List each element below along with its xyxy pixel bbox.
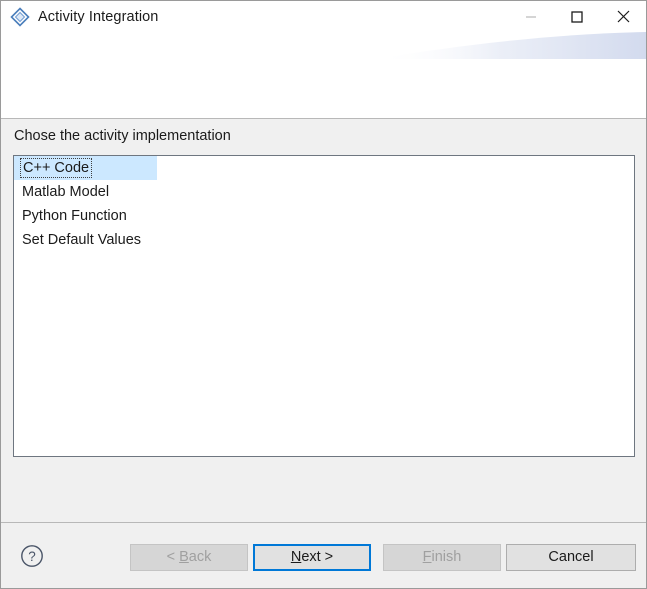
- minimize-icon: [526, 15, 536, 18]
- maximize-button[interactable]: [554, 1, 600, 32]
- finish-button[interactable]: Finish: [383, 544, 501, 571]
- dialog-button-bar: ? < Back Next > Finish Cancel: [1, 523, 646, 588]
- list-item-matlab-model[interactable]: Matlab Model: [14, 180, 634, 204]
- wizard-header-banner: [1, 32, 646, 119]
- window-title: Activity Integration: [38, 8, 159, 25]
- list-item-label: C++ Code: [19, 158, 93, 178]
- decorative-swoosh: [376, 32, 646, 59]
- svg-text:?: ?: [28, 549, 36, 564]
- dialog-window: Activity Integration Chose the activity …: [0, 0, 647, 589]
- list-item-label: Set Default Values: [22, 232, 142, 248]
- back-button[interactable]: < Back: [130, 544, 248, 571]
- list-item-label: Python Function: [22, 208, 127, 224]
- help-button[interactable]: ?: [20, 544, 44, 568]
- close-icon: [617, 10, 629, 23]
- list-item-cpp-code[interactable]: C++ Code: [14, 156, 634, 180]
- implementation-list[interactable]: C++ Code Matlab Model Python Function Se…: [13, 155, 635, 457]
- close-button[interactable]: [600, 1, 646, 32]
- maximize-icon: [571, 10, 583, 23]
- dialog-content: Chose the activity implementation C++ Co…: [1, 119, 646, 522]
- list-item-set-default-values[interactable]: Set Default Values: [14, 228, 634, 252]
- title-bar: Activity Integration: [1, 1, 646, 32]
- prompt-label: Chose the activity implementation: [14, 128, 231, 144]
- question-mark-icon: ?: [21, 545, 43, 567]
- cancel-button[interactable]: Cancel: [506, 544, 636, 571]
- next-button[interactable]: Next >: [253, 544, 371, 571]
- diamond-shape-icon: [10, 6, 30, 27]
- list-item-label: Matlab Model: [22, 184, 110, 200]
- list-item-python-function[interactable]: Python Function: [14, 204, 634, 228]
- minimize-button[interactable]: [508, 1, 554, 32]
- window-controls: [508, 1, 646, 32]
